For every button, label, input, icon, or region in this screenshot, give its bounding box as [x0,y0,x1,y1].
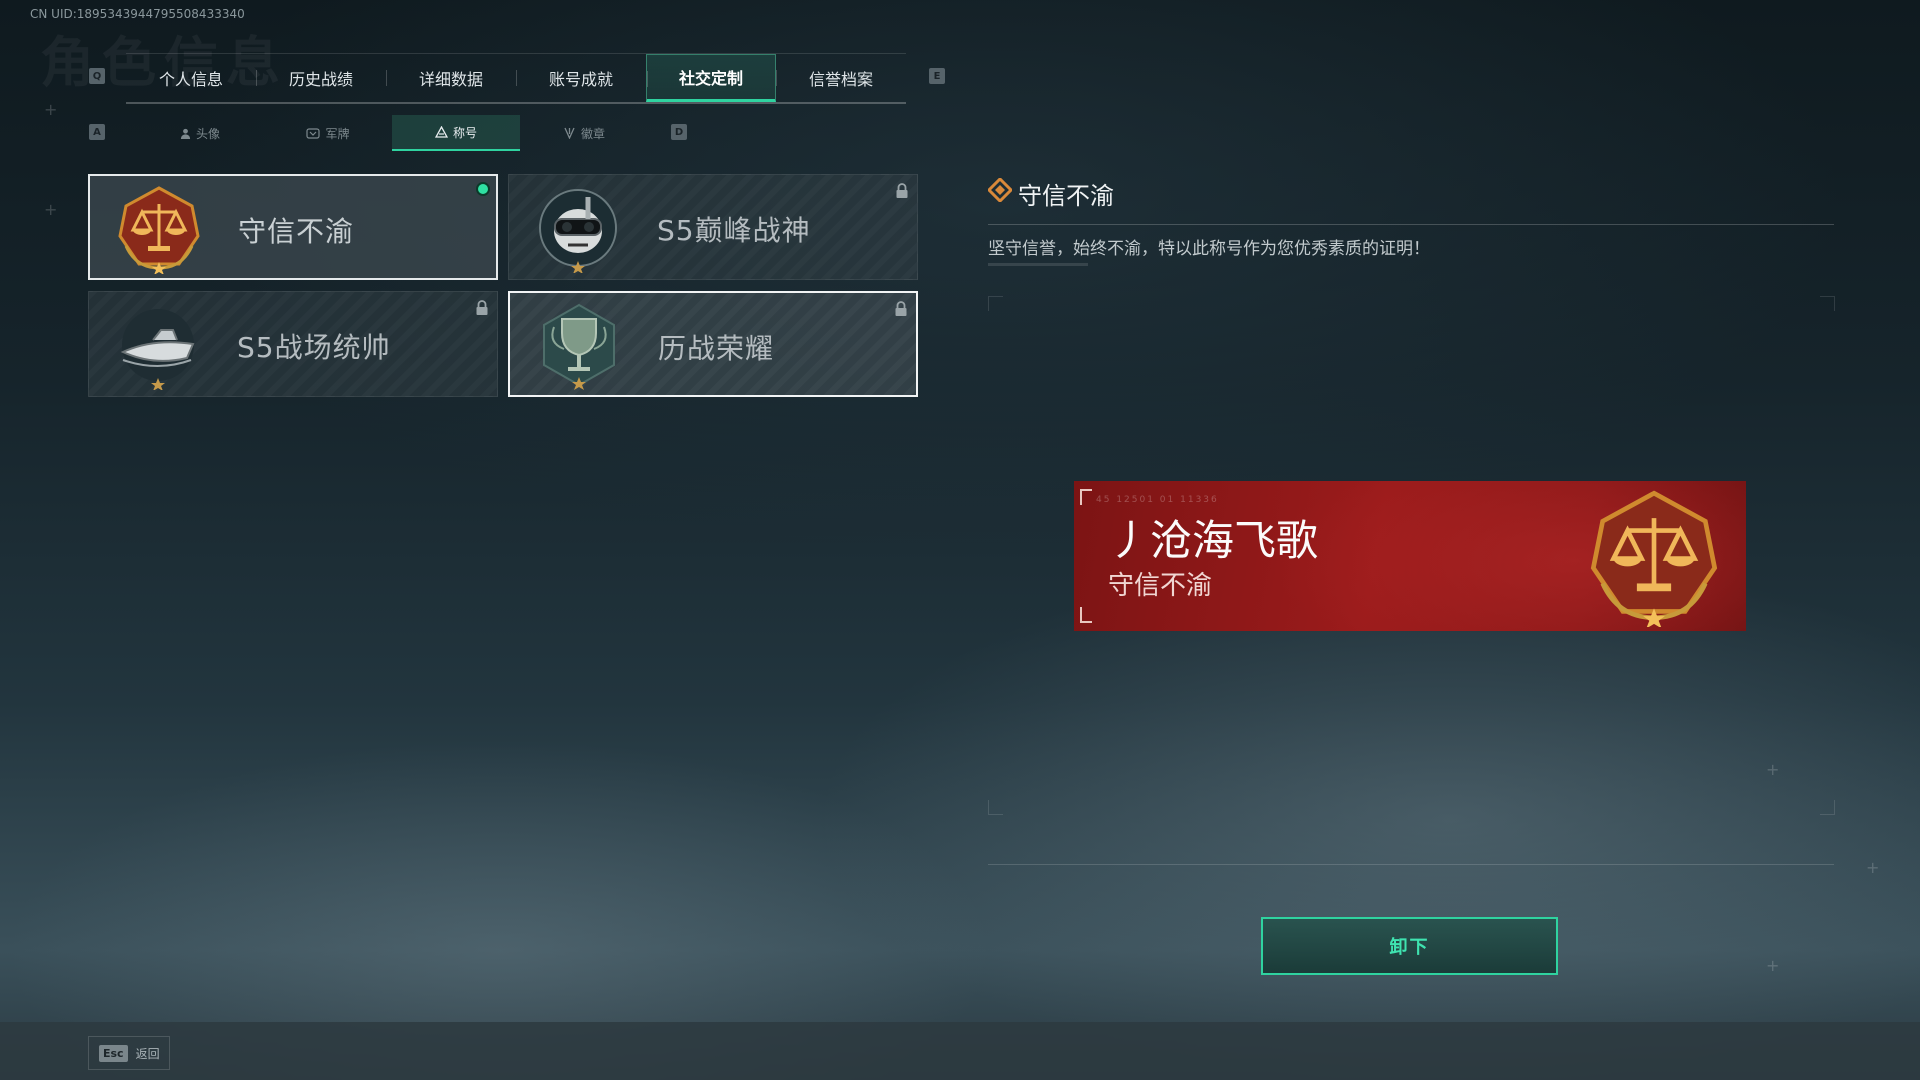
next-tab-key-hint: E [929,68,945,84]
frame-corner [1820,800,1835,815]
scales-badge-icon [118,186,200,274]
preview-player-name: 丿沧海飞歌 [1108,516,1319,565]
title-card-battle-glory[interactable]: 历战荣耀 [508,291,918,397]
panel-bottom-divider [988,864,1834,865]
subtab-dogtag[interactable]: 军牌 [264,115,392,151]
lock-icon [896,183,908,198]
title-card-name: S5战场统帅 [237,331,391,364]
detail-description: 坚守信誉，始终不渝，特以此称号作为您优秀素质的证明！ [988,239,1430,259]
deco-cross: + [44,100,58,119]
preview-title-text: 守信不渝 [1108,571,1213,601]
deco-cross: + [1766,956,1780,975]
bottom-bar [0,1022,1920,1080]
subtab-dogtag-label: 军牌 [325,126,350,141]
subtab-emblem-label: 徽章 [580,126,605,141]
next-subtab-key-hint: D [671,124,687,140]
title-card-name: 守信不渝 [238,215,355,248]
tab-social-customization[interactable]: 社交定制 [646,54,776,102]
back-button[interactable]: Esc 返回 [88,1036,170,1070]
scales-badge-large-icon [1590,490,1718,627]
banner-corner [1080,607,1092,623]
frame-corner [988,296,1003,311]
unequip-button[interactable]: 卸下 [1261,917,1558,975]
tab-credit-record[interactable]: 信誉档案 [776,54,906,102]
subtab-title[interactable]: 称号 [392,115,520,151]
tab-match-history[interactable]: 历史战绩 [256,54,386,102]
title-card-name: 历战荣耀 [658,332,775,365]
equipped-indicator [476,182,490,196]
title-card-s5-battlefield-commander[interactable]: S5战场统帅 [88,291,498,397]
banner-code-text: 45 12501 01 11336 [1096,495,1219,505]
deco-cross: + [44,200,58,219]
dogtag-icon [306,127,321,139]
title-preview-banner: 45 12501 01 11336 丿沧海飞歌 守信不渝 [1074,481,1746,631]
person-icon [180,128,191,139]
prev-tab-key-hint: Q [89,68,105,84]
subtab-emblem[interactable]: 徽章 [520,115,648,151]
tab-personal-info[interactable]: 个人信息 [126,54,256,102]
subtab-title-label: 称号 [452,125,477,140]
description-underline-deco [988,263,1088,266]
emblem-icon [564,127,575,139]
frame-corner [1820,296,1835,311]
title-card-shouxinbuyu[interactable]: 守信不渝 [88,174,498,280]
tab-achievements[interactable]: 账号成就 [516,54,646,102]
sub-tab-bar: 头像 军牌 称号 徽章 [136,115,648,151]
frame-corner [988,800,1003,815]
trophy-badge-icon [543,303,615,390]
esc-key-hint: Esc [99,1044,128,1062]
deco-cross: + [1866,858,1880,877]
main-tab-bar: 个人信息 历史战绩 详细数据 账号成就 社交定制 信誉档案 [126,53,906,104]
prev-subtab-key-hint: A [89,124,105,140]
tab-detailed-data[interactable]: 详细数据 [386,54,516,102]
title-icon [434,126,448,138]
title-diamond-icon [988,178,1012,202]
title-card-name: S5巅峰战神 [657,214,811,247]
lock-icon [895,301,907,316]
back-label: 返回 [135,1046,160,1061]
title-card-s5-peak-war-god[interactable]: S5巅峰战神 [508,174,918,280]
banner-corner [1080,489,1092,505]
speedboat-badge-icon [120,309,195,390]
subtab-avatar[interactable]: 头像 [136,115,264,151]
diver-skull-badge-icon [539,189,617,273]
lock-icon [476,300,488,315]
deco-cross: + [1766,760,1780,779]
detail-title: 守信不渝 [1018,182,1114,210]
subtab-avatar-label: 头像 [195,126,220,141]
detail-divider [988,224,1834,225]
